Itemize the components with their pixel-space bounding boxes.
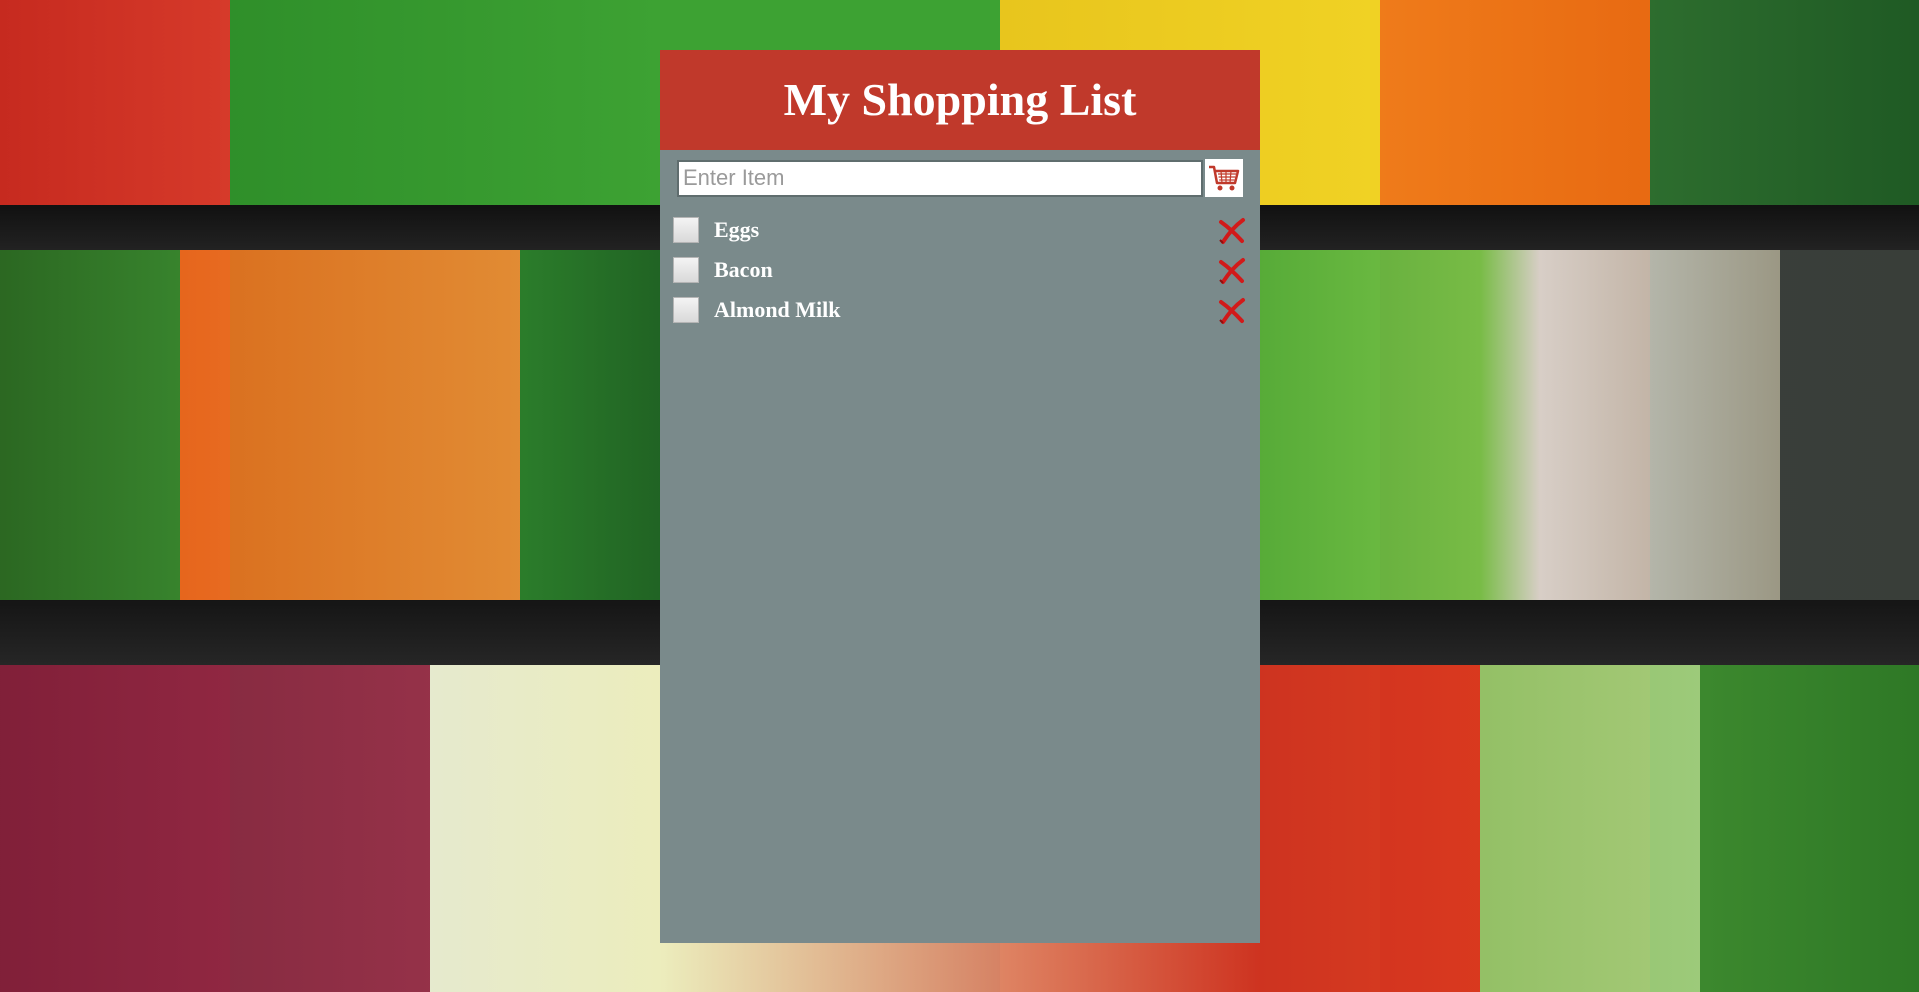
delete-item-button[interactable]: [1217, 256, 1247, 286]
red-x-icon: [1219, 298, 1245, 324]
shopping-list: Eggs Bacon Almond Milk: [673, 210, 1247, 330]
entry-row: [677, 158, 1243, 198]
shopping-list-panel: My Shopping List Eggs: [660, 50, 1260, 943]
page-title: My Shopping List: [783, 74, 1137, 125]
item-label: Bacon: [714, 257, 773, 282]
item-label: Almond Milk: [714, 297, 841, 322]
item-label: Eggs: [714, 217, 760, 242]
list-item: Eggs: [673, 210, 1247, 250]
item-input[interactable]: [677, 159, 1203, 197]
item-checkbox[interactable]: [673, 217, 699, 243]
item-checkbox[interactable]: [673, 257, 699, 283]
red-x-icon: [1219, 218, 1245, 244]
delete-item-button[interactable]: [1217, 296, 1247, 326]
shopping-cart-icon: [1209, 165, 1240, 191]
header: My Shopping List: [660, 50, 1260, 150]
list-item: Bacon: [673, 250, 1247, 290]
delete-item-button[interactable]: [1217, 216, 1247, 246]
add-item-button[interactable]: [1205, 159, 1243, 197]
item-checkbox[interactable]: [673, 297, 699, 323]
red-x-icon: [1219, 258, 1245, 284]
list-item: Almond Milk: [673, 290, 1247, 330]
